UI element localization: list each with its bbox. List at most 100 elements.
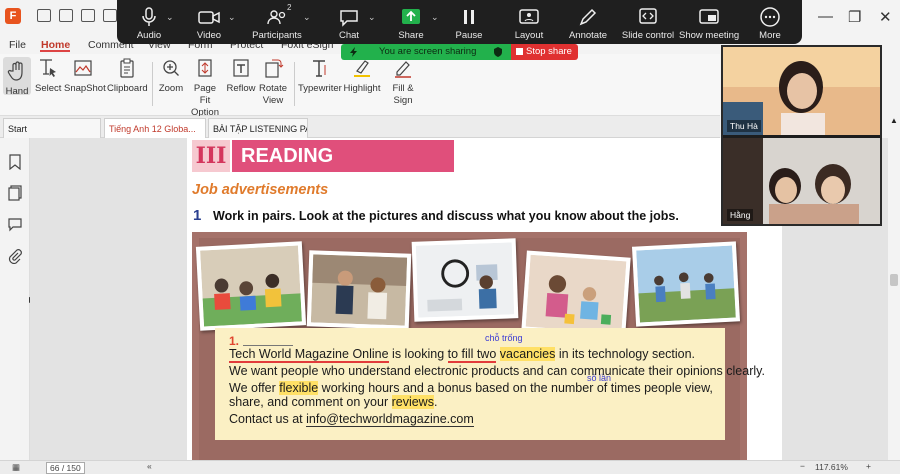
reflow-label: Reflow	[226, 83, 256, 94]
clipboard-icon	[120, 58, 134, 78]
rotate-view-button[interactable]: Rotate View	[258, 57, 288, 107]
annotate-button[interactable]: Annotate	[567, 0, 609, 44]
share-label: Share	[398, 30, 424, 41]
participants-options-caret-icon[interactable]: ⌄	[303, 12, 311, 23]
more-label: More	[759, 30, 781, 41]
section-subheading: Job advertisements	[192, 182, 329, 198]
menu-file[interactable]: File	[9, 39, 26, 51]
save-icon[interactable]	[59, 9, 73, 22]
more-button[interactable]: More	[755, 0, 785, 44]
zoom-button[interactable]: Zoom	[157, 57, 185, 95]
pause-share-button[interactable]: Pause	[453, 0, 485, 44]
print-icon[interactable]	[81, 9, 95, 22]
ad-email-link[interactable]: info@techworldmagazine.com	[306, 412, 474, 427]
chat-label: Chat	[338, 30, 360, 41]
audio-button[interactable]: Audio	[131, 0, 167, 44]
highlight-icon	[354, 60, 370, 77]
zoom-level[interactable]: 117.61%	[815, 462, 848, 472]
attachment-icon[interactable]	[7, 248, 23, 264]
pen-icon	[579, 8, 597, 26]
bookmark-icon[interactable]	[7, 154, 23, 170]
first-page-icon[interactable]: «	[147, 461, 152, 471]
fill-sign-button[interactable]: Fill & Sign	[388, 57, 418, 107]
pages-icon[interactable]	[7, 185, 23, 201]
shield-icon	[494, 47, 502, 57]
zoom-out-icon[interactable]: −	[800, 461, 805, 471]
highlight-button[interactable]: Highlight	[342, 57, 382, 95]
select-tool-button[interactable]: Select	[35, 57, 61, 95]
layout-button[interactable]: Layout	[511, 0, 547, 44]
vertical-scrollbar[interactable]: ▲	[888, 110, 900, 460]
share-options-caret-icon[interactable]: ⌄	[431, 12, 439, 23]
zoom-icon	[163, 60, 179, 76]
hand-label: Hand	[5, 86, 29, 97]
participants-count: 2	[287, 3, 292, 12]
participants-icon	[267, 10, 286, 25]
ribbon-separator	[294, 62, 295, 106]
maximize-icon[interactable]: ❐	[848, 8, 861, 26]
typewriter-button[interactable]: Typewriter	[298, 57, 342, 95]
video-options-caret-icon[interactable]: ⌄	[228, 12, 236, 23]
rotate-view-icon	[265, 59, 284, 78]
typewriter-label: Typewriter	[298, 83, 342, 94]
chat-button[interactable]: Chat	[331, 0, 367, 44]
thumbnails-icon[interactable]: ▦	[12, 462, 20, 473]
exercise-number: 1	[193, 207, 202, 224]
scroll-up-arrow-icon[interactable]: ▲	[890, 116, 898, 125]
snapshot-label: SnapShot	[64, 83, 106, 94]
pause-label: Pause	[455, 30, 483, 41]
minimize-icon[interactable]: —	[818, 8, 833, 25]
audio-options-caret-icon[interactable]: ⌄	[166, 12, 174, 23]
video-button[interactable]: Video	[189, 0, 229, 44]
participant-name: Thu Hà	[727, 120, 761, 132]
ad-line-4: share, and comment on your reviews.	[229, 395, 437, 409]
ad-text: in its technology section.	[555, 347, 696, 361]
fill-sign-label: Fill & Sign	[392, 83, 414, 106]
microphone-icon	[142, 7, 156, 26]
snapshot-button[interactable]: SnapShot	[64, 57, 106, 95]
ad-vacancies: vacancies	[499, 347, 556, 361]
clipboard-button[interactable]: Clipboard	[107, 57, 148, 95]
hand-tool-button[interactable]: Hand	[3, 57, 31, 97]
photo-vlogger-studio	[411, 238, 519, 322]
handwritten-note-cho-trong: chỗ trống	[485, 333, 523, 343]
video-panel[interactable]: Thu Hà Hằng	[721, 45, 882, 226]
tab-start[interactable]: Start	[3, 118, 101, 138]
corkboard-illustration: 1. chỗ trống số lần Tech World Magazine …	[192, 232, 765, 464]
chat-options-caret-icon[interactable]: ⌄	[368, 12, 376, 23]
stop-share-label: Stop share	[526, 46, 572, 57]
video-tile-hang: Hằng	[723, 138, 880, 224]
tab-tieng-anh-12[interactable]: Tiếng Anh 12 Globa...	[104, 118, 206, 138]
page-fit-option-button[interactable]: Page Fit Option	[188, 57, 222, 119]
section-number: III	[192, 140, 230, 172]
comments-icon[interactable]	[7, 216, 23, 232]
audio-label: Audio	[136, 30, 162, 41]
ad-text: is looking	[388, 347, 448, 361]
sharing-lightning-icon	[350, 47, 357, 57]
scrollbar-thumb[interactable]	[890, 274, 898, 286]
more-quick-access-icon[interactable]	[103, 9, 117, 22]
show-meeting-button[interactable]: Show meeting	[679, 0, 739, 44]
ad-company: Tech World Magazine Online	[229, 347, 389, 363]
ad-text: share, and comment on your	[229, 395, 392, 409]
close-icon[interactable]: ✕	[879, 8, 892, 26]
page-fit-label: Page Fit Option	[191, 83, 219, 118]
zoom-label: Zoom	[158, 83, 184, 94]
ad-to-fill-two: to fill two	[447, 347, 497, 363]
share-button[interactable]: Share	[395, 0, 427, 44]
reflow-button[interactable]: Reflow	[226, 57, 256, 95]
ad-text: working hours and a bonus based on the n…	[318, 381, 713, 395]
stop-share-button[interactable]: Stop share	[511, 44, 578, 60]
highlight-label: Highlight	[343, 83, 381, 94]
open-folder-icon[interactable]	[37, 9, 51, 22]
show-meeting-label: Show meeting	[679, 30, 740, 41]
pdf-page: III READING Job advertisements 1 Work in…	[187, 138, 782, 464]
participants-button[interactable]: Participants	[251, 0, 303, 44]
slide-control-button[interactable]: Slide control	[621, 0, 675, 44]
page-number-input[interactable]: 66 / 150	[46, 462, 85, 474]
screen-sharing-banner: You are screen sharing Stop share	[341, 44, 578, 60]
active-menu-indicator	[40, 50, 70, 52]
tab-bai-tap-listening[interactable]: BÀI TẬP LISTENING PA...	[208, 118, 308, 138]
zoom-in-icon[interactable]: +	[866, 461, 871, 471]
ad-line-3: We offer flexible working hours and a bo…	[229, 381, 713, 395]
